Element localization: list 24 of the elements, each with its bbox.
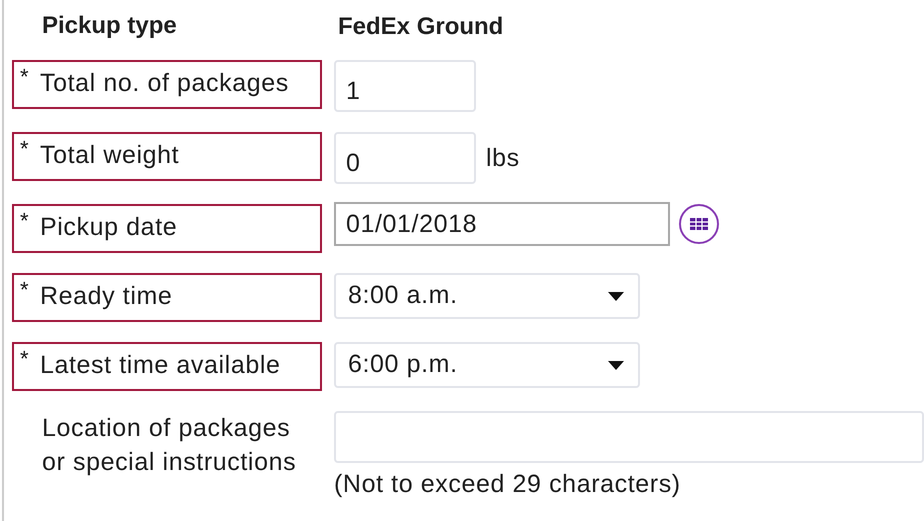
calendar-icon[interactable] [678, 203, 720, 245]
pickup-type-value: FedEx Ground [338, 13, 504, 40]
field-label: Pickup type [41, 11, 178, 41]
field-label: Total no. of packages [40, 68, 289, 99]
required-asterisk: * [20, 138, 30, 163]
time-dropdown[interactable]: 8:00 a.m. [334, 273, 640, 319]
date-field[interactable]: 01/01/2018 [334, 202, 670, 246]
input-field[interactable]: 0 [334, 132, 476, 184]
required-asterisk: * [20, 66, 30, 91]
field-label: Latest time available [40, 350, 281, 381]
input-field[interactable]: 1 [334, 60, 476, 112]
caret-icon [608, 292, 624, 300]
required-asterisk: * [20, 348, 30, 373]
instructions-field[interactable] [334, 411, 924, 463]
caret-icon [608, 360, 624, 370]
unit-label: lbs [486, 143, 520, 174]
required-asterisk: * [20, 279, 30, 304]
field-label: Pickup date [40, 212, 178, 243]
required-asterisk: * [20, 210, 30, 235]
field-label: Location of packages or special instructions [42, 413, 298, 478]
field-label: Total weight [40, 140, 180, 171]
time-dropdown[interactable]: 6:00 p.m. [334, 342, 640, 388]
field-label: Ready time [40, 281, 172, 312]
hint-text: (Not to exceed 29 characters) [334, 469, 682, 499]
